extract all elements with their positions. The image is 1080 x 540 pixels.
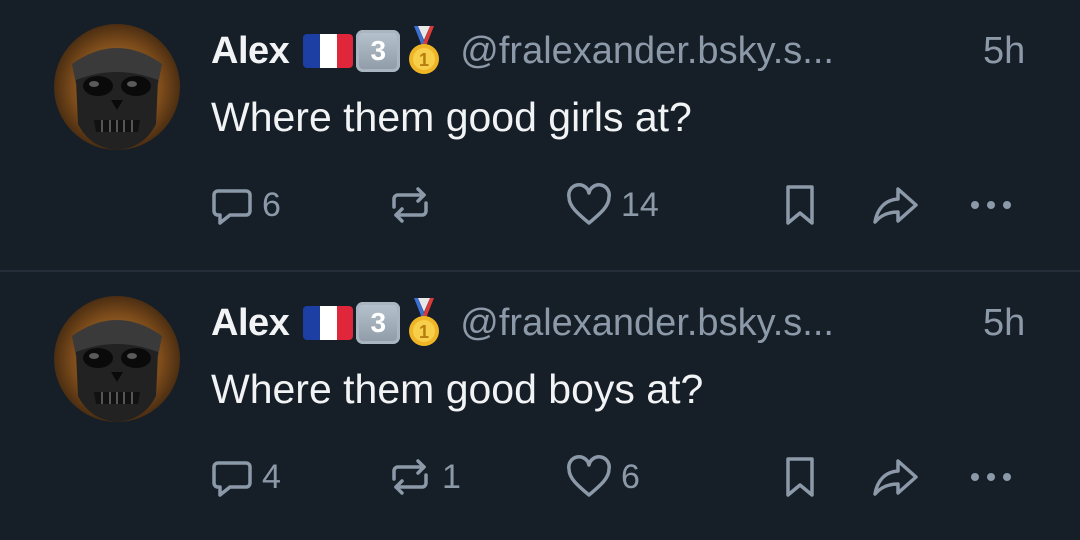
more-options-button[interactable]	[966, 180, 1016, 230]
share-arrow-icon	[873, 459, 918, 496]
first-place-medal-icon: 1	[409, 26, 440, 74]
like-count: 6	[621, 457, 640, 496]
like-button[interactable]: 6	[565, 452, 640, 502]
france-flag-icon	[303, 34, 354, 68]
more-options-button[interactable]	[966, 452, 1016, 502]
keycap-badge: 3	[356, 302, 401, 344]
skull-mask-avatar-icon	[54, 24, 180, 150]
share-arrow-icon	[873, 187, 918, 224]
france-flag-icon	[303, 306, 354, 340]
keycap-badge: 3	[356, 30, 401, 72]
repost-icon	[392, 459, 428, 495]
repost-button[interactable]: 1	[386, 452, 461, 502]
post-text: Where them good girls at?	[211, 94, 692, 140]
post-timestamp[interactable]: 5h	[983, 300, 1025, 346]
post-actions: 4 1 6	[0, 452, 1080, 502]
first-place-medal-icon: 1	[409, 298, 440, 346]
post-timestamp[interactable]: 5h	[983, 28, 1025, 74]
repost-button[interactable]	[386, 180, 442, 230]
share-button[interactable]	[870, 180, 922, 230]
bookmark-icon	[786, 185, 814, 225]
avatar[interactable]	[54, 296, 180, 422]
author-handle[interactable]: @fralexander.bsky.s...	[460, 30, 920, 73]
post-header: Alex 3 1 @fralexander.bsky.s...	[211, 298, 920, 346]
post-actions: 6 14	[0, 180, 1080, 230]
svg-text:1: 1	[419, 322, 429, 342]
heart-icon	[567, 455, 611, 497]
post-feed: Alex 3 1 @fralexander.bsky.s... 5h Where…	[0, 0, 1080, 540]
reply-count: 6	[262, 185, 281, 224]
more-dots-icon	[971, 473, 1011, 481]
bookmark-button[interactable]	[780, 452, 820, 502]
author-name[interactable]: Alex	[211, 302, 290, 345]
post-text: Where them good boys at?	[211, 366, 704, 412]
repost-count: 1	[442, 457, 461, 496]
heart-icon	[567, 183, 611, 225]
reply-button[interactable]: 4	[210, 452, 281, 502]
reply-icon	[212, 189, 252, 225]
author-name[interactable]: Alex	[211, 30, 290, 73]
post-item[interactable]: Alex 3 1 @fralexander.bsky.s... 5h Where…	[0, 0, 1080, 270]
more-dots-icon	[971, 201, 1011, 209]
author-handle[interactable]: @fralexander.bsky.s...	[460, 302, 920, 345]
skull-mask-avatar-icon	[54, 296, 180, 422]
like-count: 14	[621, 185, 659, 224]
reply-count: 4	[262, 457, 281, 496]
reply-icon	[212, 461, 252, 497]
share-button[interactable]	[870, 452, 922, 502]
svg-text:1: 1	[419, 50, 429, 70]
post-item[interactable]: Alex 3 1 @fralexander.bsky.s... 5h Where…	[0, 272, 1080, 540]
post-header: Alex 3 1 @fralexander.bsky.s...	[211, 26, 920, 74]
repost-icon	[392, 187, 428, 223]
reply-button[interactable]: 6	[210, 180, 281, 230]
like-button[interactable]: 14	[565, 180, 659, 230]
bookmark-icon	[786, 457, 814, 497]
bookmark-button[interactable]	[780, 180, 820, 230]
avatar[interactable]	[54, 24, 180, 150]
